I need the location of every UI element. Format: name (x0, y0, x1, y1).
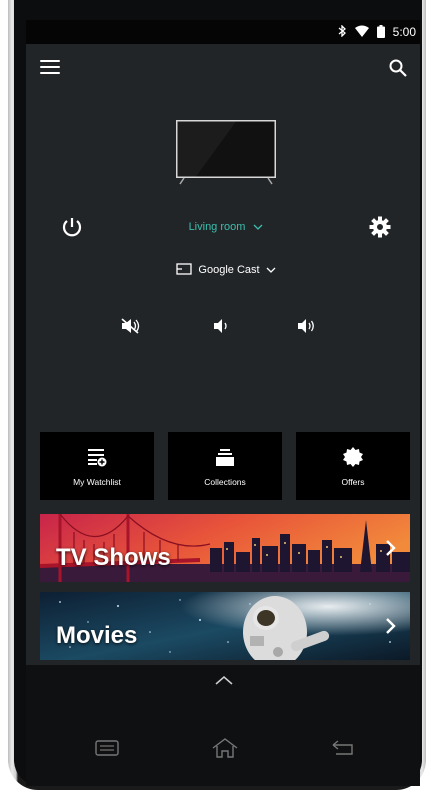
banner-label: TV Shows (56, 544, 171, 571)
cast-icon (176, 262, 193, 278)
settings-button[interactable] (368, 215, 392, 239)
chevron-down-icon (266, 264, 276, 276)
volume-mute-icon (121, 318, 140, 334)
navigation-bar (26, 665, 420, 786)
tile-my-watchlist[interactable]: My Watchlist (40, 432, 154, 500)
hamburger-menu-icon[interactable] (40, 60, 60, 76)
tile-label: Collections (204, 477, 246, 487)
status-time: 5:00 (392, 25, 416, 39)
collections-icon (214, 447, 236, 467)
bluetooth-icon (338, 24, 347, 39)
banner-tv-shows[interactable]: TV Shows (40, 514, 410, 582)
home-nav-button[interactable] (210, 737, 238, 759)
recent-apps-icon (95, 740, 119, 756)
power-button[interactable] (60, 215, 84, 239)
power-icon (62, 218, 82, 237)
menu-nav-button[interactable] (94, 737, 120, 759)
shortcut-tiles: My Watchlist Collections Offers (40, 432, 410, 500)
back-icon (332, 740, 353, 755)
volume-up-button[interactable] (296, 317, 318, 335)
volume-down-button[interactable] (210, 317, 232, 335)
banner-movies[interactable]: Movies (40, 592, 410, 660)
tile-collections[interactable]: Collections (168, 432, 282, 500)
tile-offers[interactable]: Offers (296, 432, 410, 500)
tile-label: Offers (341, 477, 365, 487)
cast-label: Google Cast (198, 264, 260, 276)
wifi-icon (354, 25, 369, 39)
status-bar: 5:00 (26, 20, 420, 44)
banner-label: Movies (56, 622, 138, 649)
room-label: Living room (188, 221, 246, 233)
volume-up-icon (298, 319, 314, 333)
search-icon[interactable] (388, 58, 408, 78)
cast-selector[interactable]: Google Cast (166, 261, 286, 279)
chevron-right-icon (384, 616, 398, 636)
gear-icon (369, 216, 391, 238)
home-icon (212, 738, 238, 758)
watchlist-icon (86, 447, 108, 467)
chevron-up-icon[interactable] (214, 673, 234, 685)
mute-button[interactable] (120, 317, 142, 335)
offers-icon (342, 447, 364, 467)
chevron-down-icon (253, 221, 263, 233)
app-screen: 5:00 Living room Google Cast My Watchlis… (26, 20, 420, 665)
chevron-right-icon (384, 538, 398, 558)
back-nav-button[interactable] (330, 737, 356, 759)
room-selector[interactable]: Living room (166, 218, 286, 236)
tv-image (176, 120, 276, 185)
tile-label: My Watchlist (73, 477, 121, 487)
volume-down-icon (214, 319, 227, 333)
battery-icon (376, 24, 385, 40)
